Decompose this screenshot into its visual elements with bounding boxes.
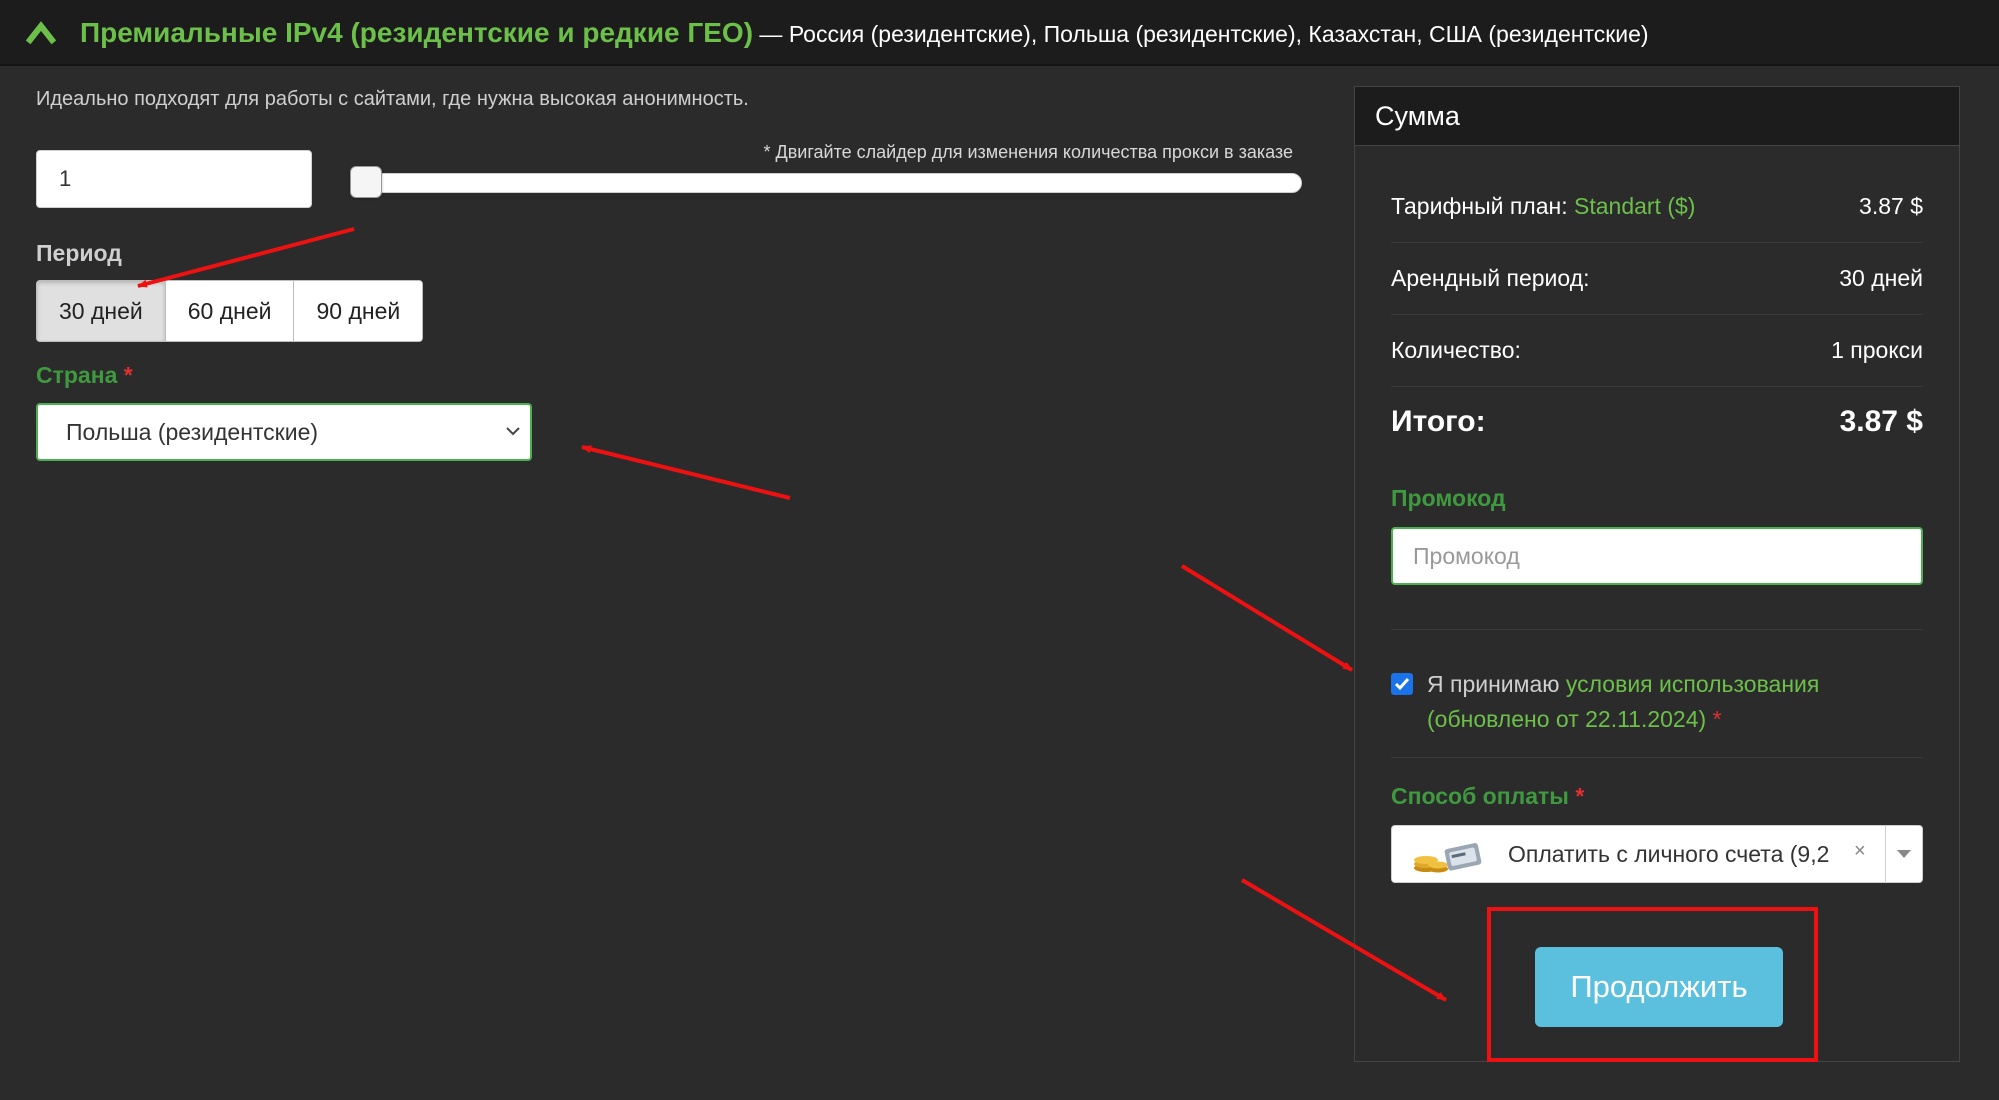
annotation-arrow xyxy=(137,227,355,288)
total-value: 3.87 $ xyxy=(1839,405,1923,438)
country-selected-value: Польша (резидентские) xyxy=(66,419,319,445)
plan-label-group: Тарифный план: Standart ($) xyxy=(1391,193,1695,220)
product-description: Идеально подходят для работы с сайтами, … xyxy=(36,88,749,110)
country-select[interactable]: Польша (резидентские) xyxy=(36,403,532,461)
period-option-30[interactable]: 30 дней xyxy=(37,281,166,341)
period-selector: 30 дней 60 дней 90 дней xyxy=(36,280,424,342)
quantity-slider-handle[interactable] xyxy=(350,166,382,198)
quantity-label: Количество: xyxy=(1391,337,1521,363)
quantity-slider-track[interactable] xyxy=(352,173,1302,193)
summary-row-plan: Тарифный план: Standart ($) 3.87 $ xyxy=(1391,171,1923,243)
section-title: Премиальные IPv4 (резидентские и редкие … xyxy=(80,17,1649,49)
country-label: Страна * xyxy=(36,362,133,389)
payment-label-text: Способ оплаты xyxy=(1391,783,1569,809)
clear-icon[interactable]: × xyxy=(1854,840,1866,863)
period-label: Период xyxy=(36,240,122,266)
rent-period-label: Арендный период: xyxy=(1391,265,1590,291)
summary-row-period: Арендный период: 30 дней xyxy=(1391,243,1923,315)
country-label-text: Страна xyxy=(36,362,118,388)
quantity-value: 1 прокси xyxy=(1831,337,1923,363)
terms-prefix: Я принимаю xyxy=(1427,671,1566,697)
divider xyxy=(1391,757,1923,758)
payment-method-select[interactable]: Оплатить с личного счета (9,2 × xyxy=(1391,825,1923,883)
wallet-coins-icon xyxy=(1414,843,1482,873)
total-label: Итого: xyxy=(1391,405,1486,438)
slider-hint: * Двигайте слайдер для изменения количес… xyxy=(763,142,1293,162)
annotation-arrow xyxy=(581,445,791,500)
period-option-90[interactable]: 90 дней xyxy=(294,281,423,341)
caret-down-icon xyxy=(1897,850,1911,858)
rent-period-value: 30 дней xyxy=(1839,265,1923,291)
annotation-highlight-box xyxy=(1487,907,1818,1062)
payment-dropdown-toggle[interactable] xyxy=(1885,826,1922,882)
quantity-input[interactable]: 1 xyxy=(36,150,312,208)
plan-price: 3.87 $ xyxy=(1859,193,1923,219)
payment-selected-value: Оплатить с личного счета (9,2 xyxy=(1508,841,1830,867)
terms-required-mark: * xyxy=(1706,706,1722,732)
summary-header: Сумма xyxy=(1355,87,1959,146)
required-mark: * xyxy=(123,362,133,388)
divider xyxy=(1391,629,1923,630)
period-option-60[interactable]: 60 дней xyxy=(165,281,295,341)
section-subtitle: — Россия (резидентские), Польша (резиден… xyxy=(753,21,1649,47)
promo-input[interactable]: Промокод xyxy=(1391,527,1923,585)
payment-label: Способ оплаты * xyxy=(1391,783,1584,810)
annotation-arrow xyxy=(1180,564,1354,672)
terms-checkbox[interactable] xyxy=(1391,673,1413,695)
summary-row-quantity: Количество: 1 прокси xyxy=(1391,315,1923,387)
payment-required-mark: * xyxy=(1575,783,1585,809)
promo-label: Промокод xyxy=(1391,485,1506,511)
chevron-down-icon xyxy=(506,427,520,436)
plan-name: Standart ($) xyxy=(1574,193,1696,219)
plan-label: Тарифный план: xyxy=(1391,193,1568,219)
section-header[interactable]: Премиальные IPv4 (резидентские и редкие … xyxy=(0,0,1999,66)
checkmark-icon xyxy=(1394,678,1410,691)
chevron-up-icon[interactable] xyxy=(26,18,56,46)
section-title-main: Премиальные IPv4 (резидентские и редкие … xyxy=(80,17,754,48)
terms-text: Я принимаю условия использования (обновл… xyxy=(1427,667,1897,737)
summary-title: Сумма xyxy=(1375,101,1460,131)
summary-row-total: Итого: 3.87 $ xyxy=(1391,387,1923,459)
